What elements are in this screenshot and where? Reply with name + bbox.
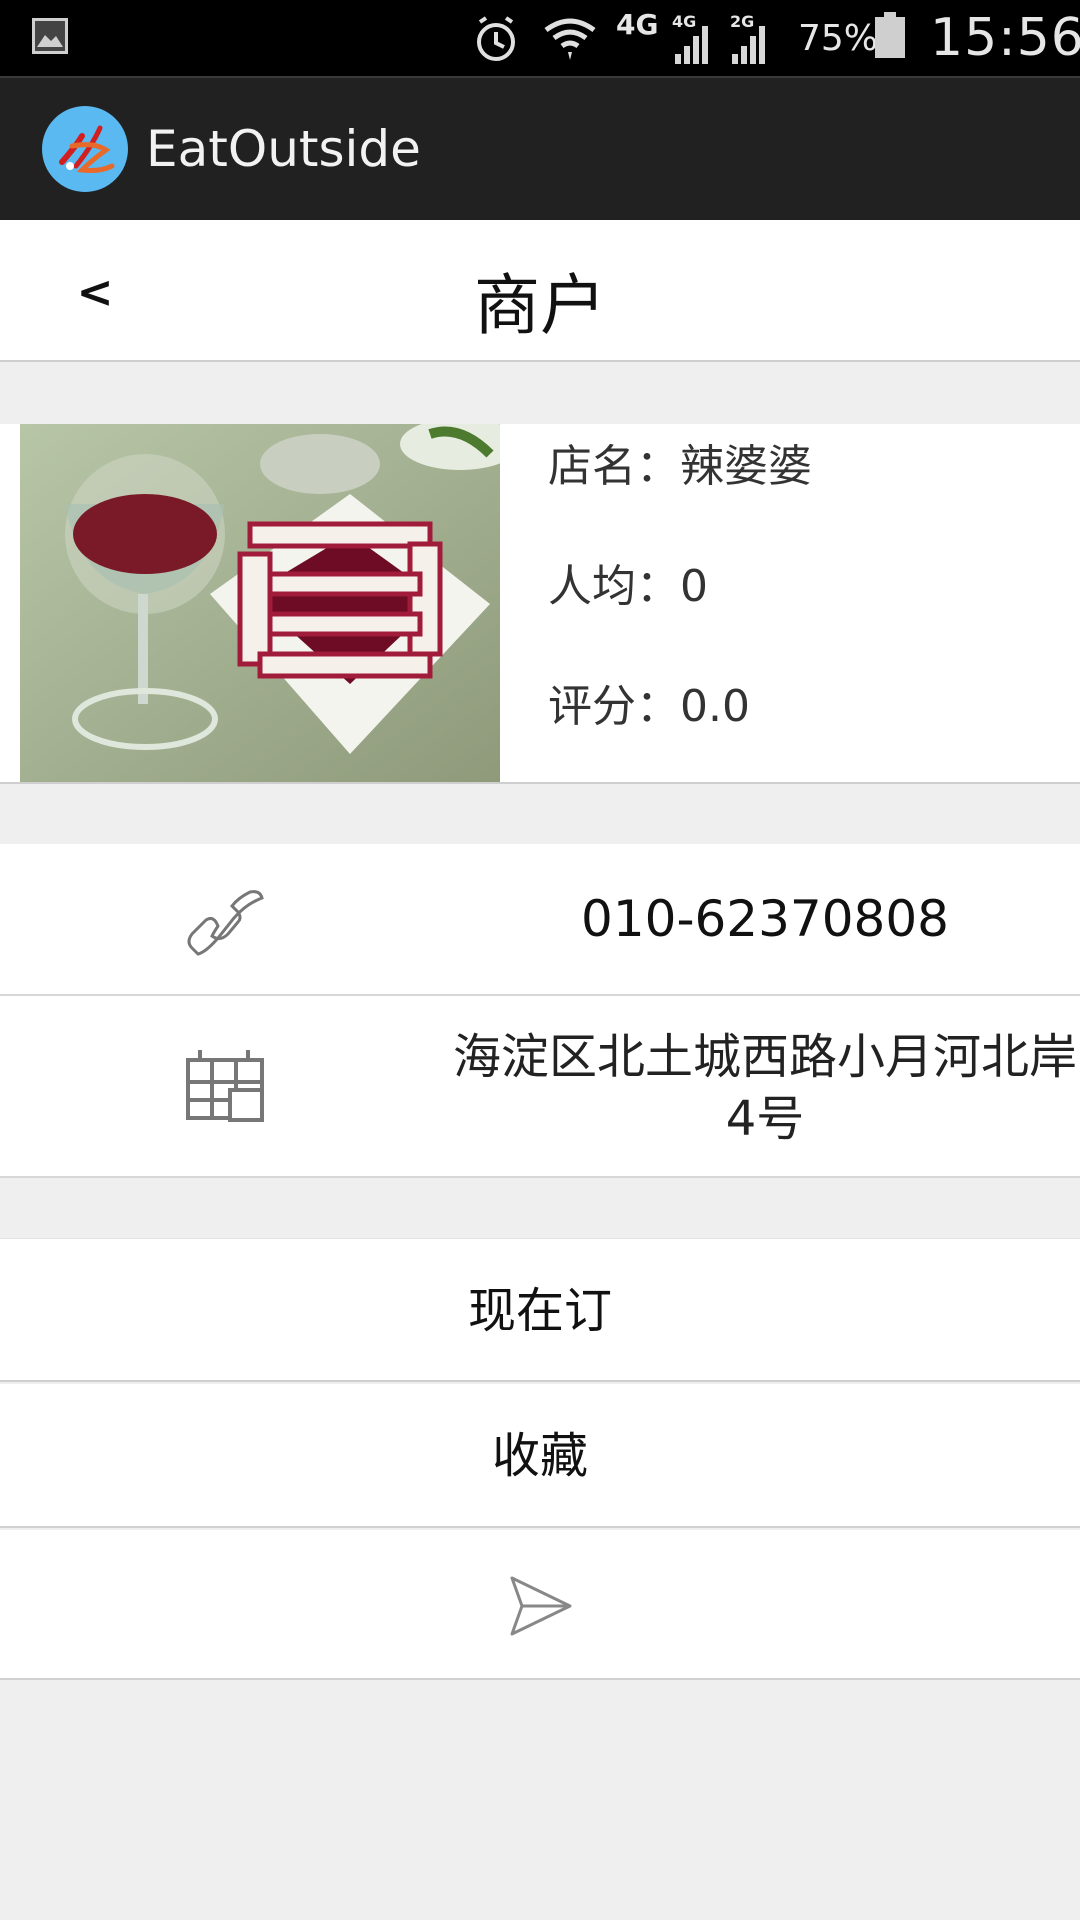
app-logo-icon[interactable] — [42, 106, 128, 192]
alarm-icon — [477, 16, 515, 61]
favorite-button[interactable]: 收藏 — [0, 1384, 1080, 1528]
shop-info-card: 店名：辣婆婆 人均：0 评分：0.0 — [0, 424, 1080, 784]
status-bar: 4G 4G 2G 75% 15:56 — [0, 0, 1080, 76]
shop-name: 店名：辣婆婆 — [548, 441, 812, 492]
shop-avg-price: 人均：0 — [548, 561, 708, 612]
app-title: EatOutside — [146, 120, 421, 178]
calendar-icon — [186, 1050, 264, 1122]
sim2-type-label: 2G — [730, 12, 755, 31]
title-bar: < 商户 — [0, 220, 1080, 362]
clock: 15:56 — [930, 8, 1080, 68]
signal-sim1-icon — [675, 26, 708, 64]
network-type-label: 4G — [616, 8, 659, 41]
phone-row[interactable]: 010-62370808 — [0, 844, 1080, 996]
signal-sim2-icon — [732, 26, 765, 64]
share-button[interactable] — [0, 1530, 1080, 1680]
address-text[interactable]: 海淀区北土城西路小月河北岸4号 — [440, 1026, 1080, 1150]
sim1-type-label: 4G — [672, 12, 697, 31]
phone-number[interactable]: 010-62370808 — [440, 890, 1080, 948]
address-row[interactable]: 海淀区北土城西路小月河北岸4号 — [0, 996, 1080, 1178]
send-icon — [510, 1576, 572, 1636]
book-now-button[interactable]: 现在订 — [0, 1238, 1080, 1382]
shop-photo — [20, 424, 500, 782]
wifi-icon — [544, 18, 596, 49]
page-title: 商户 — [474, 267, 606, 344]
phone-icon — [187, 890, 264, 956]
battery-percent: 75% — [798, 18, 879, 59]
action-bar: EatOutside — [0, 76, 1080, 220]
battery-icon — [875, 12, 905, 58]
gallery-notification-icon — [32, 18, 68, 54]
shop-rating: 评分：0.0 — [548, 681, 750, 732]
